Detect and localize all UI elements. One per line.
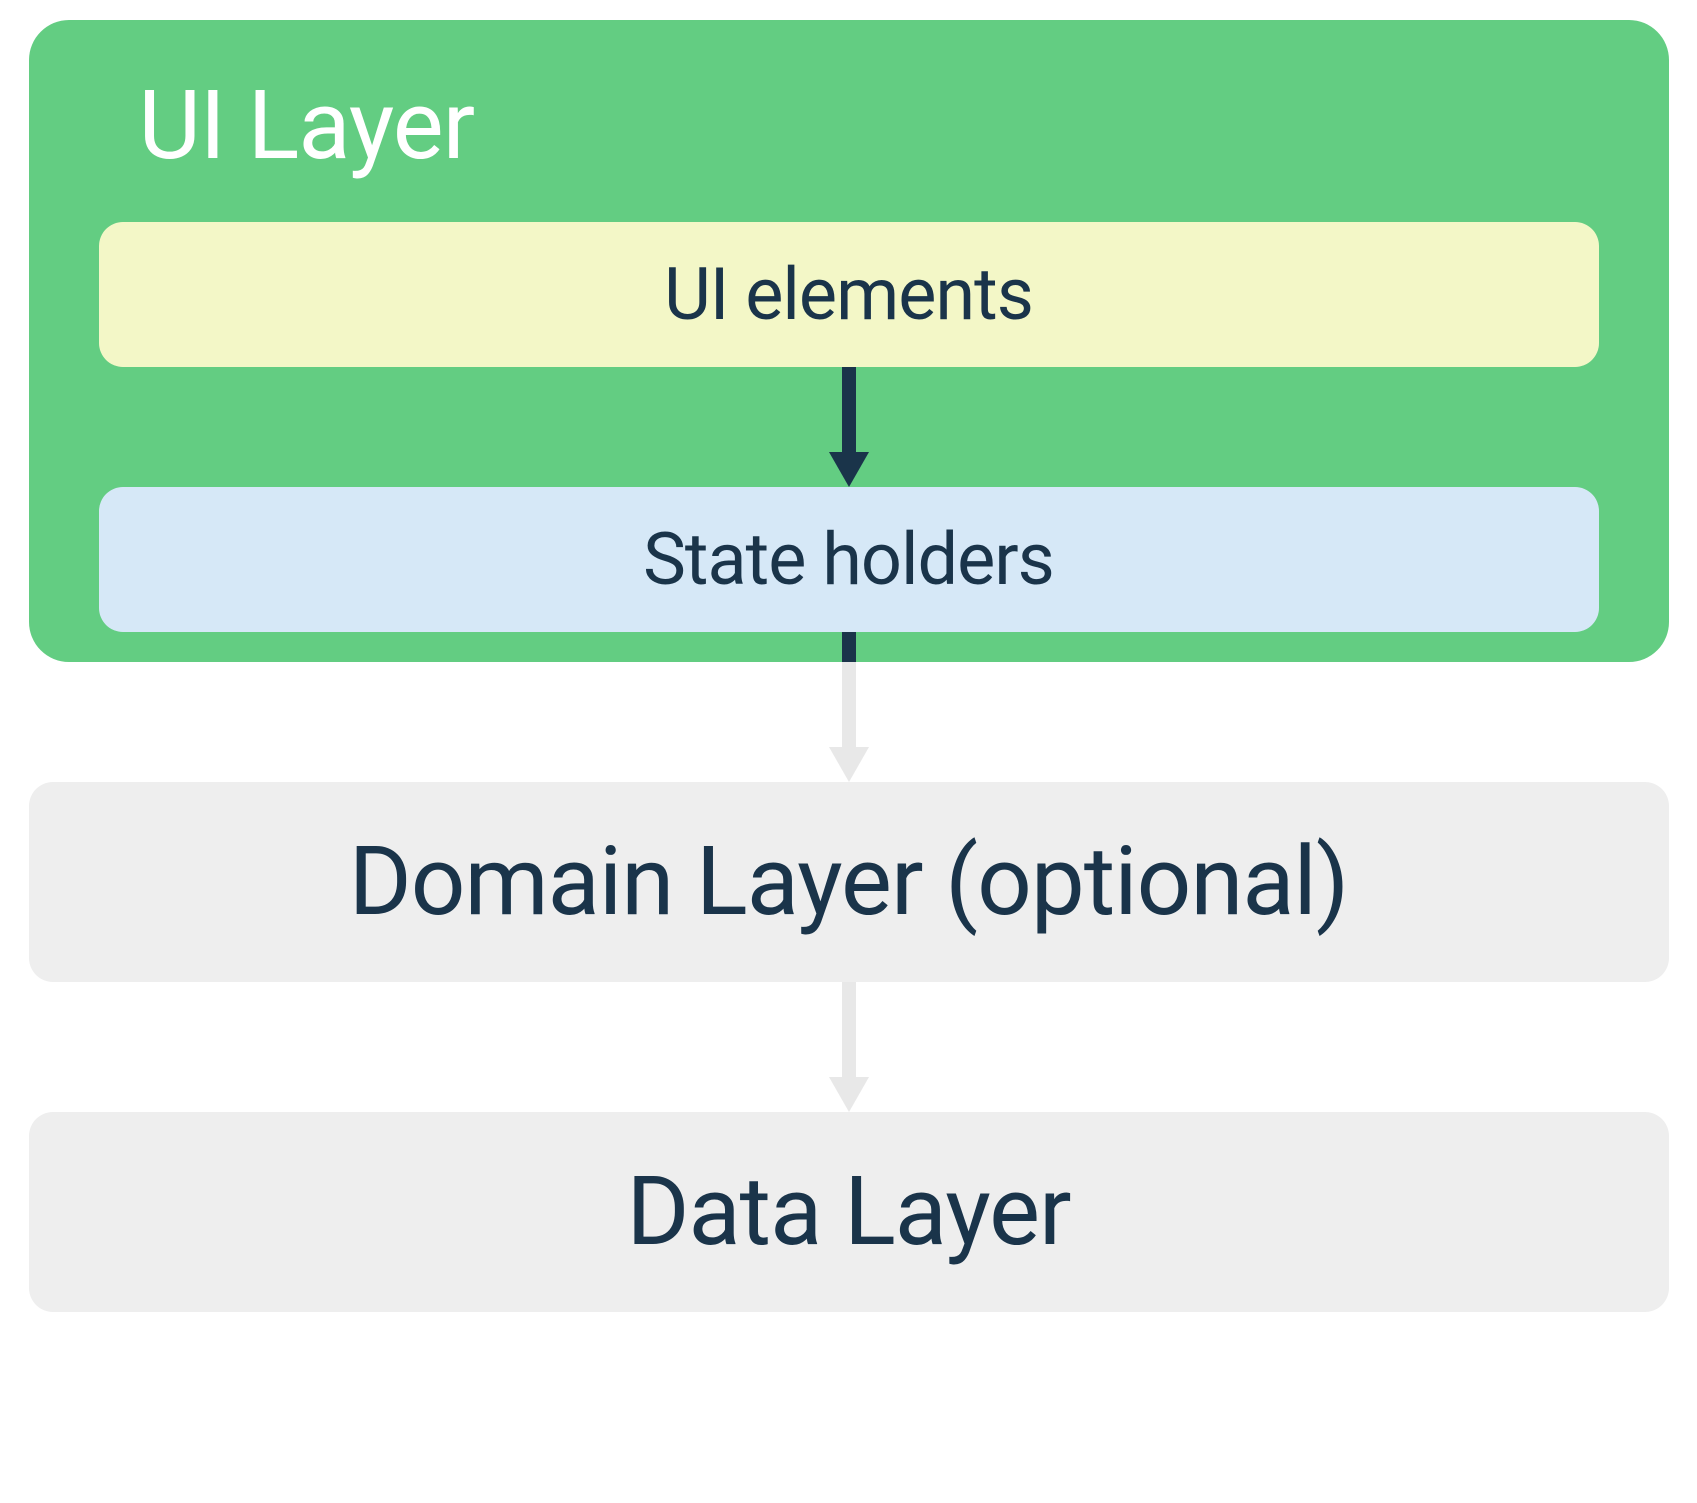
arrow-state-to-domain xyxy=(824,632,874,782)
arrow-down-icon xyxy=(824,367,874,487)
data-layer-label: Data Layer xyxy=(626,1156,1070,1268)
domain-layer-label: Domain Layer (optional) xyxy=(349,826,1349,938)
domain-layer-box: Domain Layer (optional) xyxy=(29,782,1669,982)
data-layer-box: Data Layer xyxy=(29,1112,1669,1312)
state-holders-label: State holders xyxy=(643,517,1054,602)
arrow-ui-to-state xyxy=(99,367,1599,487)
ui-layer-container: UI Layer UI elements State holders xyxy=(29,20,1669,662)
ui-layer-title: UI Layer xyxy=(139,70,1599,182)
ui-elements-box: UI elements xyxy=(99,222,1599,367)
ui-elements-label: UI elements xyxy=(664,252,1033,337)
arrow-down-icon xyxy=(824,982,874,1112)
arrow-domain-to-data xyxy=(824,982,874,1112)
arrow-down-icon xyxy=(824,632,874,782)
state-holders-box: State holders xyxy=(99,487,1599,632)
